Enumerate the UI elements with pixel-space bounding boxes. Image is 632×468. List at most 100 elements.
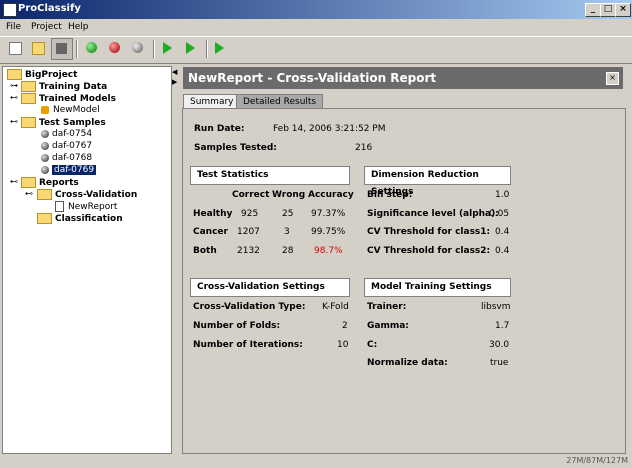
folder-icon (37, 213, 52, 224)
toolbar-separator (206, 40, 208, 58)
report-document-icon (55, 201, 64, 212)
panel-splitter[interactable]: ◀ ▶ (171, 66, 180, 452)
cancer-correct: 1207 (237, 227, 260, 237)
significance-level-label: Significance level (alpha): (367, 209, 499, 219)
cancer-wrong: 3 (284, 227, 290, 237)
remove-sample-button[interactable] (105, 38, 125, 58)
num-iterations-label: Number of Iterations: (193, 340, 303, 350)
healthy-wrong: 25 (282, 209, 294, 219)
folder-icon (21, 177, 36, 188)
gamma-value: 1.7 (495, 321, 510, 331)
cv-settings-heading: Cross-Validation Settings (190, 278, 350, 297)
gray-sphere-icon (132, 42, 143, 53)
row-label-healthy: Healthy (193, 209, 233, 219)
tree-node-cross-validation[interactable]: Cross-Validation (37, 189, 137, 201)
open-folder-icon (32, 42, 45, 55)
tab-summary[interactable]: Summary (183, 94, 241, 109)
cv-threshold-class1-label: CV Threshold for class1: (367, 227, 491, 237)
expand-right-icon[interactable]: ▶ (172, 78, 177, 86)
tree-node-new-model[interactable]: NewModel (41, 105, 100, 117)
tree-node-root[interactable]: BigProject (7, 69, 77, 81)
sample-sphere-icon (41, 141, 49, 150)
minimize-button[interactable]: _ (585, 3, 601, 17)
sample-settings-button[interactable] (128, 38, 148, 58)
both-correct: 2132 (237, 246, 260, 256)
tab-detailed-results[interactable]: Detailed Results (236, 94, 324, 109)
num-iterations-value: 10 (337, 340, 349, 350)
tree-node-classification[interactable]: Classification (37, 213, 123, 225)
trainer-value: libsvm (481, 302, 511, 312)
add-sample-button[interactable] (82, 38, 102, 58)
tree-node-test-samples[interactable]: Test Samples (21, 117, 106, 129)
samples-tested-label: Samples Tested: (194, 143, 277, 153)
red-sphere-icon (109, 42, 120, 53)
tree-node-sample[interactable]: daf-0767 (41, 141, 92, 153)
collapse-handle[interactable]: ⊷ (10, 177, 18, 186)
row-label-both: Both (193, 246, 217, 256)
close-window-button[interactable]: × (615, 3, 631, 17)
toolbar-separator (153, 40, 155, 58)
model-training-heading: Model Training Settings (364, 278, 511, 297)
play-flag-icon (215, 42, 224, 54)
run-date-value: Feb 14, 2006 3:21:52 PM (273, 124, 386, 134)
collapse-handle[interactable]: ⊷ (10, 93, 18, 102)
dimension-reduction-heading: Dimension Reduction Settings (364, 166, 511, 197)
menu-help[interactable]: Help (68, 22, 89, 32)
samples-tested-value: 216 (355, 143, 373, 153)
maximize-button[interactable]: □ (600, 3, 616, 17)
tree-node-sample-selected[interactable]: daf-0769 (41, 165, 97, 177)
cv-threshold-class1-value: 0.4 (495, 227, 510, 237)
normalize-data-value: true (490, 358, 509, 368)
healthy-accuracy: 97.37% (311, 209, 346, 219)
open-button[interactable] (28, 38, 48, 58)
tree-node-new-report[interactable]: NewReport (55, 201, 117, 213)
save-button[interactable] (51, 38, 73, 60)
folder-icon (21, 81, 36, 92)
cv-threshold-class2-value: 0.4 (495, 246, 510, 256)
tree-node-sample[interactable]: daf-0768 (41, 153, 92, 165)
normalize-data-label: Normalize data: (367, 358, 448, 368)
num-folds-value: 2 (342, 321, 348, 331)
new-button[interactable] (5, 38, 25, 58)
save-disk-icon (56, 43, 67, 54)
folder-icon (7, 69, 22, 80)
num-folds-label: Number of Folds: (193, 321, 281, 331)
cv-type-label: Cross-Validation Type: (193, 302, 306, 312)
window-title: ProClassify (18, 3, 81, 14)
collapse-handle[interactable]: ⊷ (25, 189, 33, 198)
sample-sphere-icon (41, 153, 49, 162)
folder-icon (37, 189, 52, 200)
tree-node-training-data[interactable]: Training Data (21, 81, 107, 93)
title-bar[interactable] (0, 0, 632, 19)
play-check-icon (186, 42, 195, 54)
expand-handle[interactable]: ⊶ (10, 81, 18, 90)
cancer-accuracy: 99.75% (311, 227, 346, 237)
cv-threshold-class2-label: CV Threshold for class2: (367, 246, 491, 256)
collapse-handle[interactable]: ⊷ (10, 117, 18, 126)
toolbar-separator (76, 40, 78, 58)
sample-sphere-icon (41, 129, 49, 138)
play-icon (163, 42, 172, 54)
c-label: C: (367, 340, 378, 350)
run-validation-button[interactable] (182, 38, 202, 58)
folder-icon (21, 93, 36, 104)
folder-icon (21, 117, 36, 128)
column-header-wrong: Wrong (272, 190, 306, 200)
tree-node-sample[interactable]: daf-0754 (41, 129, 92, 141)
close-report-button[interactable]: × (606, 72, 619, 85)
collapse-left-icon[interactable]: ◀ (172, 68, 177, 76)
menu-project[interactable]: Project (31, 22, 62, 32)
column-header-correct: Correct (232, 190, 270, 200)
run-date-label: Run Date: (194, 124, 245, 134)
project-tree[interactable]: BigProject ⊶ Training Data ⊷ Trained Mod… (2, 66, 172, 454)
gamma-label: Gamma: (367, 321, 409, 331)
column-header-accuracy: Accuracy (308, 190, 354, 200)
run-training-button[interactable] (159, 38, 179, 58)
tree-node-reports[interactable]: Reports (21, 177, 79, 189)
menu-file[interactable]: File (6, 22, 21, 32)
both-wrong: 28 (282, 246, 294, 256)
row-label-cancer: Cancer (193, 227, 228, 237)
cv-type-value: K-Fold (322, 302, 349, 312)
tree-node-trained-models[interactable]: Trained Models (21, 93, 116, 105)
run-classification-button[interactable] (211, 38, 231, 58)
